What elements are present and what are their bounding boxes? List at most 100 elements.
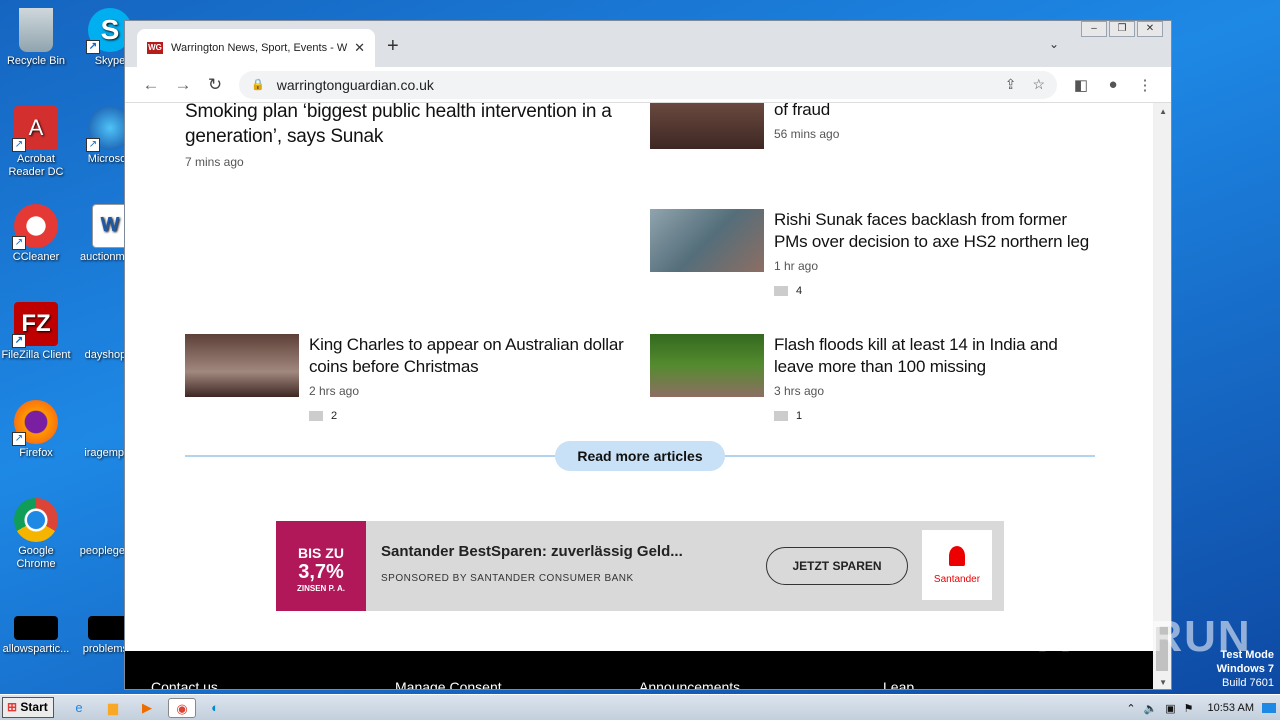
- page-scrollbar[interactable]: ▲ ▼: [1153, 103, 1171, 689]
- article-hs2[interactable]: Rishi Sunak faces backlash from former P…: [650, 209, 1100, 297]
- desktop-icon-recycle-bin[interactable]: Recycle Bin: [0, 8, 72, 68]
- santander-logo[interactable]: Santander: [922, 530, 992, 600]
- site-footer: Contact us Manage Consent Announcements …: [125, 651, 1153, 689]
- recycle-bin-icon: [19, 8, 53, 52]
- footer-link-leap[interactable]: Leap: [883, 679, 914, 689]
- filezilla-icon: FZ ↗: [12, 302, 58, 348]
- black-file-icon: [14, 616, 58, 640]
- comment-count-value: 4: [796, 285, 803, 297]
- taskbar: ⊞ Start e ▆ ▶ ◉ ◐ ⌃ 🔈 ▣ ⚑ 10:53 AM: [0, 694, 1280, 720]
- back-arrow-icon[interactable]: ←: [135, 75, 167, 95]
- desktop-icon-label: Google Chrome: [16, 545, 56, 570]
- restore-icon[interactable]: ❐: [1109, 21, 1135, 37]
- edge-taskbar-icon[interactable]: ◐: [204, 698, 226, 718]
- show-desktop-icon[interactable]: [1262, 703, 1276, 713]
- network-icon[interactable]: ▣: [1165, 702, 1175, 715]
- desktop-icon-chrome[interactable]: Google Chrome: [0, 498, 72, 571]
- article-headline[interactable]: King Charles to appear on Australian dol…: [309, 334, 635, 378]
- comment-bubble-icon: [774, 286, 788, 296]
- browser-window: WG Warrington News, Sport, Events - W ✕ …: [124, 20, 1172, 690]
- article-king-charles[interactable]: King Charles to appear on Australian dol…: [185, 334, 635, 422]
- media-player-icon[interactable]: ▶: [136, 698, 158, 718]
- footer-link-announcements[interactable]: Announcements: [639, 679, 740, 689]
- article-smoking-plan[interactable]: Smoking plan ‘biggest public health inte…: [185, 103, 635, 169]
- article-thumbnail[interactable]: [650, 334, 764, 397]
- comment-count[interactable]: 4: [774, 285, 1100, 297]
- comment-count-value: 2: [331, 410, 338, 422]
- system-tray: ⌃ 🔈 ▣ ⚑ 10:53 AM: [1126, 695, 1276, 720]
- ad-image-line2: 3,7%: [298, 561, 344, 583]
- ad-image[interactable]: BIS ZU 3,7% ZINSEN P. A.: [276, 521, 366, 611]
- ad-cta-button[interactable]: JETZT SPAREN: [766, 547, 908, 585]
- start-button[interactable]: ⊞ Start: [2, 697, 54, 718]
- desktop-icon-ccleaner[interactable]: ↗ CCleaner: [0, 204, 72, 264]
- tab-title: Warrington News, Sport, Events - W: [171, 42, 348, 54]
- comment-bubble-icon: [774, 411, 788, 421]
- firefox-icon: ↗: [12, 400, 58, 446]
- read-more-button[interactable]: Read more articles: [555, 441, 725, 471]
- tab-bar: WG Warrington News, Sport, Events - W ✕ …: [125, 21, 1171, 67]
- article-headline[interactable]: Rishi Sunak faces backlash from former P…: [774, 209, 1100, 253]
- scroll-up-icon[interactable]: ▲: [1159, 107, 1167, 116]
- more-menu-icon[interactable]: ⋮: [1129, 76, 1161, 94]
- article-headline[interactable]: Flash floods kill at least 14 in India a…: [774, 334, 1100, 378]
- close-tab-icon[interactable]: ✕: [354, 40, 365, 56]
- new-tab-icon[interactable]: +: [387, 35, 399, 58]
- chevron-down-icon[interactable]: ⌄: [1049, 37, 1059, 51]
- ad-sponsor: SPONSORED BY SANTANDER CONSUMER BANK: [381, 573, 634, 584]
- url-text: warringtonguardian.co.uk: [276, 76, 434, 93]
- side-panel-icon[interactable]: ◧: [1065, 76, 1097, 94]
- folder-icon[interactable]: ▆: [102, 698, 124, 718]
- comment-count[interactable]: 1: [774, 410, 1100, 422]
- scroll-down-icon[interactable]: ▼: [1159, 678, 1167, 687]
- desktop-icon-allowspartic[interactable]: allowspartic...: [0, 616, 72, 656]
- article-thumbnail[interactable]: [185, 334, 299, 397]
- desktop-icon-acrobat[interactable]: A ↗ Acrobat Reader DC: [0, 106, 72, 179]
- action-center-flag-icon[interactable]: ⚑: [1184, 702, 1194, 715]
- article-time: 1 hr ago: [774, 259, 819, 273]
- windows-logo-icon: ⊞: [7, 700, 18, 714]
- close-window-icon[interactable]: ✕: [1137, 21, 1163, 37]
- os-label: Windows 7: [1216, 663, 1274, 675]
- star-icon[interactable]: ☆: [1032, 76, 1045, 93]
- article-time: 2 hrs ago: [309, 384, 360, 398]
- address-bar[interactable]: 🔒 warringtonguardian.co.uk ⇪ ☆: [239, 70, 1057, 99]
- footer-link-consent[interactable]: Manage Consent: [395, 679, 502, 689]
- internet-explorer-icon[interactable]: e: [68, 698, 90, 718]
- desktop-icon-label: Acrobat Reader DC: [8, 153, 64, 178]
- profile-avatar-icon[interactable]: ●: [1097, 76, 1129, 93]
- reload-icon[interactable]: ↻: [199, 75, 231, 95]
- article-thumbnail[interactable]: [650, 103, 764, 149]
- lock-icon[interactable]: 🔒: [251, 78, 265, 91]
- comment-bubble-icon: [309, 411, 323, 421]
- desktop-icon-label: CCleaner: [12, 251, 60, 263]
- chrome-taskbar-icon[interactable]: ◉: [168, 698, 196, 718]
- article-headline[interactable]: of fraud: [774, 103, 1100, 121]
- article-headline[interactable]: Smoking plan ‘biggest public health inte…: [185, 103, 635, 149]
- start-label: Start: [20, 700, 48, 714]
- share-icon[interactable]: ⇪: [1005, 76, 1017, 93]
- article-thumbnail[interactable]: [650, 209, 764, 272]
- volume-icon[interactable]: 🔈: [1144, 702, 1158, 715]
- ad-image-line1: BIS ZU: [298, 545, 344, 561]
- ad-title[interactable]: Santander BestSparen: zuverlässig Geld..…: [381, 543, 683, 560]
- desktop-icon-firefox[interactable]: ↗ Firefox: [0, 400, 72, 460]
- minimize-icon[interactable]: –: [1081, 21, 1107, 37]
- article-fraud[interactable]: of fraud 56 mins ago: [650, 103, 1100, 149]
- test-mode-label: Test Mode: [1220, 649, 1274, 661]
- web-page: Smoking plan ‘biggest public health inte…: [125, 103, 1153, 689]
- comment-count-value: 1: [796, 410, 803, 422]
- comment-count[interactable]: 2: [309, 410, 635, 422]
- clock[interactable]: 10:53 AM: [1208, 702, 1254, 714]
- ccleaner-icon: ↗: [12, 204, 58, 250]
- santander-ad[interactable]: BIS ZU 3,7% ZINSEN P. A. Santander BestS…: [276, 521, 1004, 611]
- desktop-icon-filezilla[interactable]: FZ ↗ FileZilla Client: [0, 302, 72, 362]
- desktop-icon-label: allowspartic...: [2, 643, 70, 655]
- tab-warrington[interactable]: WG Warrington News, Sport, Events - W ✕: [137, 29, 375, 67]
- footer-link-contact[interactable]: Contact us: [151, 679, 218, 689]
- forward-arrow-icon[interactable]: →: [167, 75, 199, 95]
- test-mode-notice: Test Mode Windows 7 Build 7601: [1217, 648, 1274, 690]
- article-flash-floods[interactable]: Flash floods kill at least 14 in India a…: [650, 334, 1100, 422]
- window-controls: – ❐ ✕: [1081, 21, 1163, 37]
- tray-expand-icon[interactable]: ⌃: [1126, 702, 1135, 715]
